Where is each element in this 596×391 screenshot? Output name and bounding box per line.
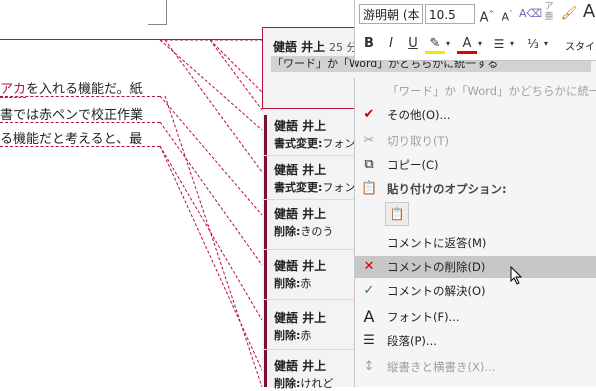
paste-keep-source-icon[interactable]: 📋 [385, 202, 409, 226]
revision-separator [262, 249, 362, 250]
menu-item-paste-options: 📋 貼り付けのオプション: [361, 181, 507, 196]
revision-separator [262, 349, 362, 350]
numbering-icon[interactable]: ⅓ [523, 34, 543, 54]
numbering-dropdown-icon[interactable]: ▾ [541, 34, 551, 54]
menu-item-font[interactable]: A フォント(F)... [355, 306, 596, 328]
mouse-cursor-icon [510, 266, 523, 285]
revision-author: 健語 井上 [274, 359, 327, 373]
grow-font-button[interactable]: A^ [477, 4, 497, 25]
scissors-icon: ✂ [363, 133, 375, 148]
menu-item-copy[interactable]: ⧉ コピー(C) [355, 154, 596, 176]
bullets-icon[interactable]: ☰ [489, 34, 509, 54]
revision-detail: 書式変更:フォン [274, 137, 356, 150]
spell-check-icon: ✔ [363, 107, 375, 122]
revision-author: 健語 井上 [274, 311, 327, 325]
menu-item-more[interactable]: ✔ その他(O)... [355, 104, 596, 126]
shrink-font-button[interactable]: Aˇ [497, 4, 517, 24]
menu-item-reply-comment[interactable]: コメントに返答(M) [355, 232, 596, 254]
markup-connector-lines [159, 39, 262, 387]
styles-icon[interactable]: A [579, 2, 596, 22]
format-painter-icon[interactable]: 🖌 [559, 4, 579, 24]
menu-item-paragraph[interactable]: ☰ 段落(P)... [355, 330, 596, 352]
furigana-icon[interactable]: ア亜 [539, 2, 559, 22]
italic-button[interactable]: I [381, 34, 401, 54]
revision-separator [262, 155, 362, 156]
menu-item-unify-suggestion[interactable]: 「ワード」か「Word」かどちらかに統一する [355, 80, 596, 102]
highlight-icon[interactable]: ✎ [425, 34, 445, 54]
revision-separator [262, 199, 362, 200]
comment-author: 健語 井上 [273, 40, 326, 54]
revision-separator [262, 299, 362, 300]
revision-author: 健語 井上 [274, 119, 327, 133]
styles-label[interactable]: スタイル [565, 38, 596, 53]
bold-button[interactable]: B [359, 34, 379, 54]
clear-format-icon[interactable]: A⌫ [519, 4, 542, 24]
context-menu: 「ワード」か「Word」かどちらかに統一する ✔ その他(O)... ✂ 切り取… [354, 78, 596, 387]
menu-item-cut[interactable]: ✂ 切り取り(T) [355, 130, 596, 152]
revision-author: 健語 井上 [274, 207, 327, 221]
underline-button[interactable]: U [403, 34, 423, 54]
font-icon: A [363, 307, 375, 326]
revision-author: 健語 井上 [274, 163, 327, 177]
revision-detail: 削除:きのう [274, 225, 334, 238]
resolve-comment-icon: ✓ [363, 283, 375, 298]
revision-detail: 削除:赤 [274, 329, 312, 342]
revision-detail: 書式変更:フォン [274, 181, 356, 194]
paste-icon: 📋 [361, 181, 378, 196]
delete-comment-icon: ✕ [363, 259, 375, 274]
menu-item-resolve-comment[interactable]: ✓ コメントの解決(O) [355, 280, 596, 302]
bullets-dropdown-icon[interactable]: ▾ [507, 34, 517, 54]
font-color-button[interactable]: A [457, 34, 477, 54]
mini-toolbar: 游明朝 (本 10.5 A^ Aˇ A⌫ ア亜 🖌 A B I U ✎ ▾ A … [354, 0, 596, 61]
font-color-dropdown-icon[interactable]: ▾ [475, 34, 485, 54]
text-direction-icon: ↕ [363, 359, 375, 374]
revision-detail: 削除:けれど [274, 377, 334, 390]
paragraph-icon: ☰ [363, 333, 375, 348]
font-size-combo[interactable]: 10.5 [425, 4, 475, 24]
menu-item-text-direction[interactable]: ↕ 縦書きと横書き(X)... [355, 356, 596, 378]
font-name-combo[interactable]: 游明朝 (本 [359, 4, 423, 24]
revision-detail: 削除:赤 [274, 277, 312, 290]
menu-item-delete-comment[interactable]: ✕ コメントの削除(D) [355, 256, 596, 278]
highlight-dropdown-icon[interactable]: ▾ [443, 34, 453, 54]
copy-icon: ⧉ [364, 157, 374, 172]
revision-author: 健語 井上 [274, 259, 327, 273]
